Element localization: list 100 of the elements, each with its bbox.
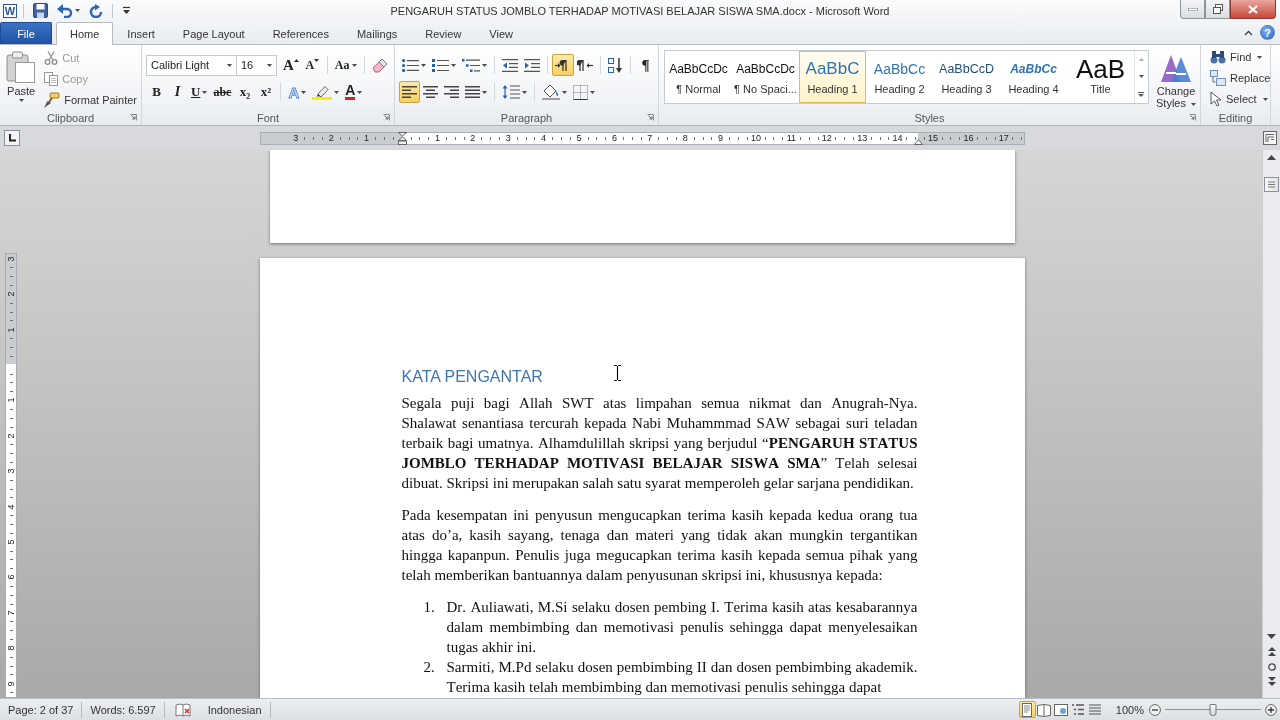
web-layout-view-button[interactable] (1052, 701, 1070, 718)
open-book-icon (1037, 702, 1052, 717)
page-icon (1020, 702, 1035, 717)
dialog-launcher-button[interactable] (645, 112, 655, 123)
ruler-number: 6 (611, 132, 617, 144)
zoom-slider-thumb[interactable] (1209, 703, 1217, 716)
ruler-number: 8 (682, 132, 688, 144)
circle-icon (1267, 662, 1276, 671)
caret-icon (562, 90, 567, 94)
list-item-text: Dr. Auliawati, M.Si selaku dosen pembing I. Terima kasih atas kesabarannya dalam membimbing dan memotivasi penulis sehingga dapat menyelesaikan tugas akhir ini. (446, 598, 918, 657)
ribbon-tab[interactable]: Review (411, 22, 476, 44)
scroll-thumb[interactable] (1264, 177, 1279, 192)
ruler-number: 15 (928, 132, 938, 144)
ribbon-tab[interactable]: Mailings (342, 22, 412, 44)
superscript-button[interactable]: x² (255, 81, 277, 103)
style-tile[interactable]: AaB Title (1067, 51, 1134, 103)
style-tile[interactable]: AaBbCcDc ¶ Normal (665, 51, 732, 103)
ribbon-tab[interactable]: Home (56, 22, 114, 45)
indent-right-arrow-icon (524, 58, 540, 72)
double-down-arrow-icon (1267, 677, 1276, 686)
list-number: 2. (422, 658, 436, 677)
format-painter-button[interactable]: Format Painter (40, 90, 141, 110)
replace-boxes-icon (1210, 70, 1226, 86)
style-tile[interactable]: AaBbCcDc ¶ No Spaci... (732, 51, 799, 103)
ruler-number: 11 (786, 132, 797, 144)
list-item-text: Sarmiti, M.Pd selaku dosen pembimbing II dan dosen pembimbing akademik. Terima kasih telah membimbing dan memotivasi penulis sehingga dapat (446, 658, 918, 697)
dialog-launcher-button[interactable] (128, 112, 138, 123)
tab-stop-button[interactable] (4, 130, 20, 146)
caret-icon (522, 90, 527, 94)
change-case-button[interactable]: Aa (331, 54, 360, 76)
dialog-launcher-button[interactable] (381, 112, 391, 123)
ruler-number: 3 (293, 132, 299, 144)
dialog-launcher-button[interactable] (1187, 112, 1197, 123)
ruler-number: 12 (821, 132, 832, 144)
restore-button[interactable] (1205, 0, 1230, 19)
zoom-out-button[interactable] (1149, 703, 1161, 716)
font-color-button[interactable]: A (342, 81, 366, 103)
style-tile[interactable]: AaBbCc Heading 2 (866, 51, 933, 103)
align-left-button[interactable] (399, 81, 420, 103)
web-page-icon (1054, 702, 1069, 717)
caret-icon (18, 99, 24, 102)
style-tile[interactable]: AaBbC Heading 1 (799, 51, 866, 103)
font-size-field[interactable]: 16 (237, 54, 277, 76)
ruler-number: 9 (718, 132, 724, 144)
group-label: Font (257, 111, 279, 124)
horizontal-ruler[interactable]: 3 2 1 1 2 3 4 5 6 7 8 9 10 11 12 13 14 15 16 17 (260, 131, 1025, 145)
vertical-scrollbar[interactable] (1262, 150, 1280, 698)
grow-font-button[interactable]: A (280, 54, 302, 76)
file-tab[interactable]: File (0, 22, 52, 44)
page-count-text[interactable]: Page: 2 of 37 (0, 703, 82, 716)
shrink-font-button[interactable]: A (301, 54, 323, 76)
tab-stop-icon (8, 134, 16, 142)
subscript-button[interactable]: x₂ (234, 81, 256, 103)
change-styles-button[interactable]: Change Styles (1152, 50, 1200, 112)
strikethrough-button[interactable]: abc (210, 81, 235, 103)
ribbon-tab[interactable]: Page Layout (168, 22, 259, 44)
ruler-number: 6 (6, 574, 16, 580)
bold-button[interactable]: B (146, 81, 167, 103)
find-button[interactable]: Find (1206, 47, 1275, 67)
style-tile[interactable]: AaBbCcD Heading 3 (933, 51, 1000, 103)
ruler-number: 10 (751, 132, 761, 144)
caret-icon (227, 63, 232, 67)
restore-icon (1212, 4, 1223, 14)
app-logo[interactable]: W (3, 3, 17, 18)
caret-icon (482, 63, 487, 67)
show-hide-marks-button[interactable]: ¶ (635, 54, 656, 76)
underline-button[interactable]: U (188, 81, 211, 103)
print-layout-view-button[interactable] (1018, 701, 1036, 718)
close-button[interactable] (1230, 0, 1276, 19)
view-ruler-button[interactable] (1262, 130, 1277, 146)
down-caret-icon (314, 59, 320, 62)
paste-button[interactable]: Paste (4, 47, 39, 109)
collapse-ribbon-button[interactable] (1243, 28, 1254, 37)
language-text[interactable]: Indonesian (199, 703, 270, 716)
replace-button[interactable]: Replace (1206, 68, 1275, 88)
full-screen-reading-view-button[interactable] (1035, 701, 1053, 718)
zoom-level-text[interactable]: 100% (1115, 703, 1144, 716)
ruler-number: 1 (434, 132, 440, 144)
highlighter-icon (312, 84, 333, 100)
indent-left-arrow-icon (502, 58, 518, 72)
font-name-field[interactable]: Calibri Light (146, 54, 237, 76)
left-to-right-button[interactable] (552, 54, 574, 76)
down-triangle-icon (1138, 75, 1144, 79)
group-label: Paragraph (500, 111, 553, 124)
overlapping-triangles-icon (1160, 53, 1192, 83)
italic-button[interactable]: I (167, 81, 188, 103)
ruler-number: 8 (6, 645, 16, 651)
ribbon-tab[interactable]: References (258, 22, 343, 44)
word-count-text[interactable]: Words: 6.597 (82, 703, 164, 716)
save-button[interactable] (30, 1, 51, 20)
body-paragraph: Segala puji bagi Allah SWT atas limpahan semua nikmat dan Anugrah-Nya. Shalawat senantiasa tercurah kepada Nabi Muhammmad SAW sebagai suri teladan terbaik bagi umatnya. Alhamdulillah skripsi yang berjudul “PENGARUH STATUS JOMBLO TERHADAP MOTIVASI BELAJAR SISWA SMA” Telah selesai dibuat. Skripsi ini merupakan salah satu syarat memperoleh gelar sarjana pendidikan. (401, 394, 918, 493)
ruler-number: 5 (576, 132, 582, 144)
numbered-list-icon (432, 58, 449, 72)
style-tile[interactable]: AaBbCc Heading 4 (1000, 51, 1067, 103)
ribbon-tab[interactable]: Insert (113, 22, 169, 44)
outline-view-button[interactable] (1069, 701, 1087, 718)
select-button[interactable]: Select (1206, 89, 1275, 109)
vertical-ruler[interactable]: 3 2 1 1 2 3 4 5 6 7 8 9 (5, 253, 17, 698)
zoom-in-button[interactable] (1265, 703, 1277, 716)
ribbon-tab[interactable]: View (475, 22, 527, 44)
